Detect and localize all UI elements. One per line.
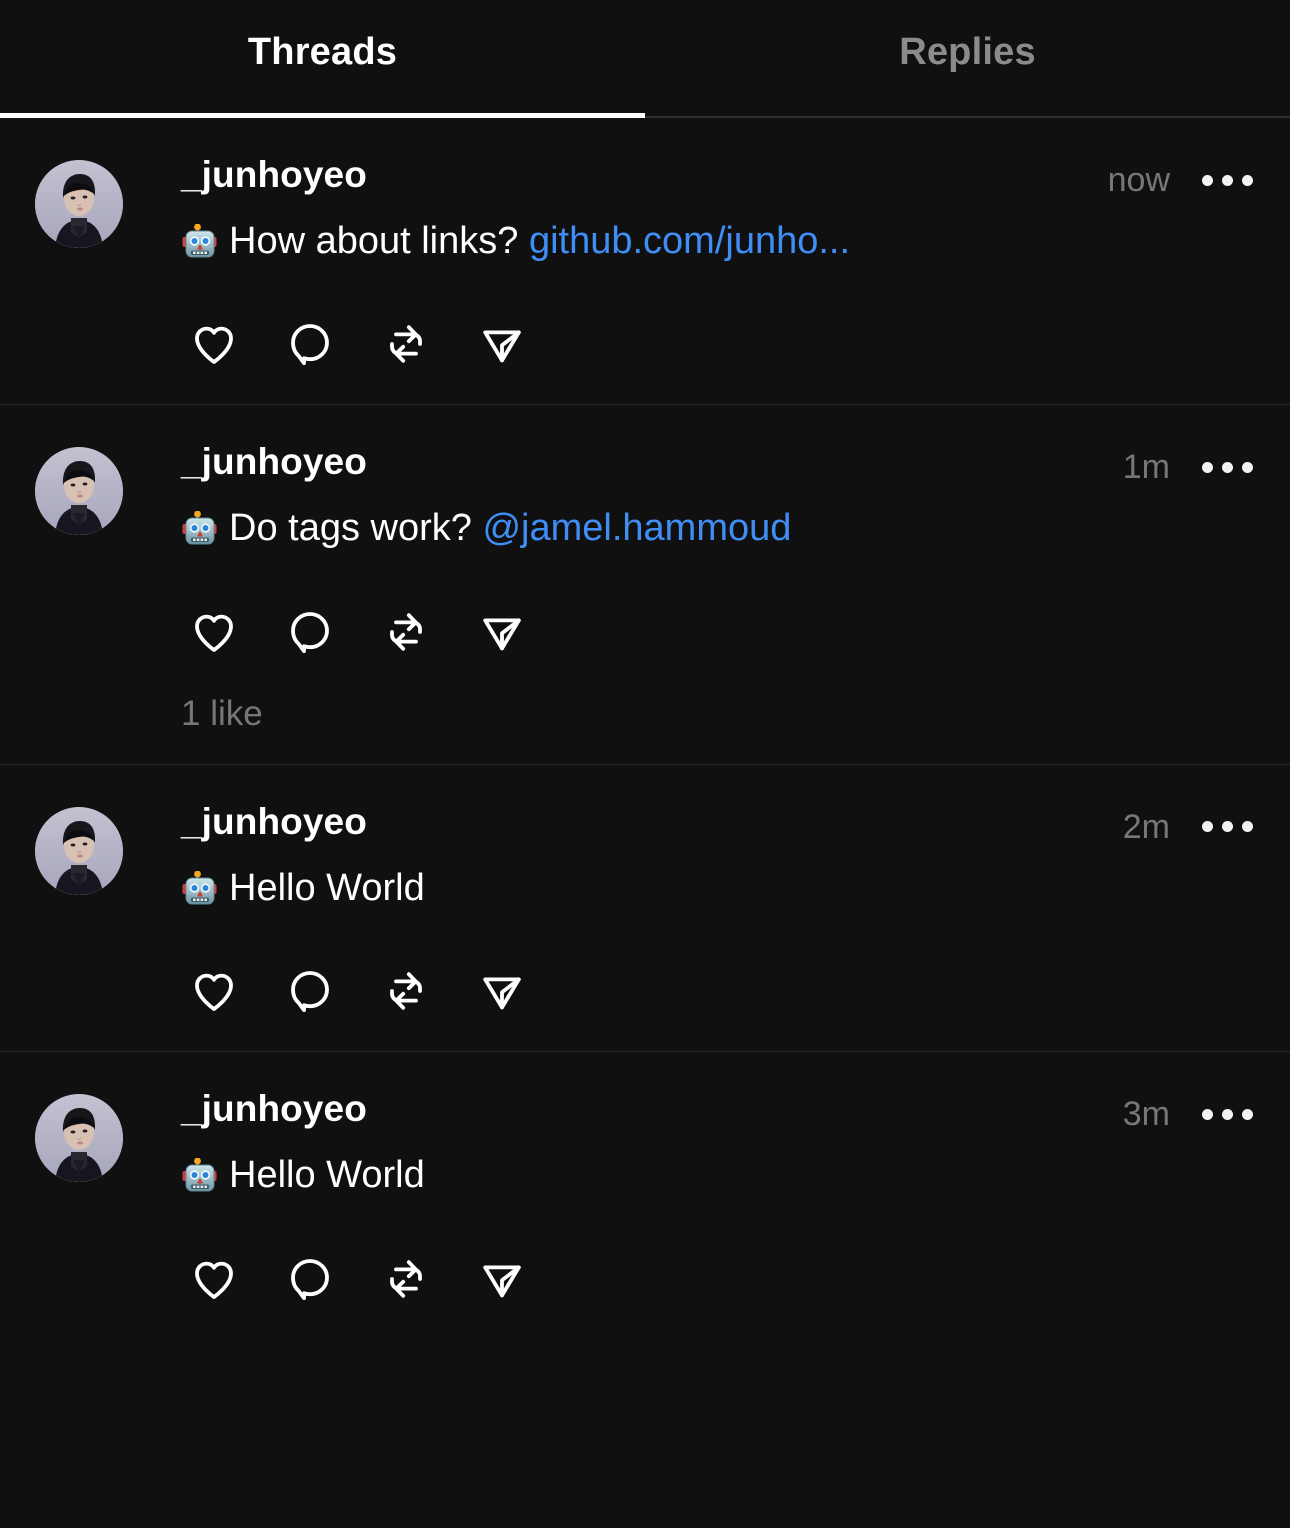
- post-content: Hello World: [181, 1151, 1262, 1209]
- avatar[interactable]: [35, 160, 123, 248]
- post-username[interactable]: _junhoyeo: [181, 802, 367, 842]
- dot: [1201, 1108, 1213, 1120]
- more-options-icon[interactable]: [1192, 156, 1262, 200]
- thread-post-0[interactable]: _junhoyeo now How about links? github.co…: [0, 118, 1290, 406]
- avatar[interactable]: [35, 1094, 123, 1183]
- post-content: How about links? github.com/junho...: [181, 217, 1262, 275]
- post-timestamp: 3m: [1122, 1095, 1170, 1134]
- share-icon[interactable]: [469, 1249, 535, 1309]
- comment-icon[interactable]: [277, 602, 343, 662]
- more-options-icon[interactable]: [1192, 803, 1262, 847]
- thread-post-1[interactable]: _junhoyeo 1m Do tags work? @jamel.hammou…: [0, 405, 1290, 765]
- post-timestamp: now: [1107, 161, 1170, 199]
- like-icon[interactable]: [181, 1249, 247, 1309]
- tab-replies[interactable]: Replies: [645, 0, 1290, 118]
- repost-icon[interactable]: [373, 961, 439, 1021]
- threads-feed: _junhoyeo now How about links? github.co…: [0, 118, 1290, 1339]
- post-header: _junhoyeo 2m: [181, 802, 1262, 848]
- avatar-photo: [35, 806, 123, 895]
- like-icon[interactable]: [181, 314, 247, 374]
- avatar-photo: [35, 447, 123, 536]
- post-actions: [181, 602, 1262, 662]
- tab-bar: Threads Replies: [0, 0, 1290, 118]
- post-username[interactable]: _junhoyeo: [181, 155, 367, 195]
- more-options-icon[interactable]: [1192, 443, 1262, 487]
- more-options-icon[interactable]: [1192, 1090, 1262, 1134]
- post-username[interactable]: _junhoyeo: [181, 1089, 367, 1129]
- post-actions: [181, 961, 1262, 1021]
- avatar-photo: [35, 160, 123, 248]
- thread-post-2[interactable]: _junhoyeo 2m Hello World: [0, 765, 1290, 1053]
- post-header: _junhoyeo 3m: [181, 1089, 1262, 1135]
- post-actions: [181, 314, 1262, 374]
- share-icon[interactable]: [469, 314, 535, 374]
- post-username[interactable]: _junhoyeo: [181, 443, 367, 482]
- like-icon[interactable]: [181, 961, 247, 1021]
- post-actions: [181, 1249, 1262, 1309]
- like-count[interactable]: 1 like: [181, 694, 1262, 734]
- robot-face-icon: [181, 1157, 219, 1209]
- share-icon[interactable]: [469, 961, 535, 1021]
- post-timestamp: 2m: [1122, 807, 1170, 846]
- robot-face-icon: [181, 870, 219, 922]
- tab-threads-label: Threads: [247, 30, 398, 73]
- post-content: Do tags work? @jamel.hammoud: [181, 504, 1262, 562]
- tab-threads[interactable]: Threads: [0, 0, 645, 118]
- comment-icon[interactable]: [277, 1249, 343, 1309]
- avatar[interactable]: [35, 447, 123, 536]
- like-icon[interactable]: [181, 602, 247, 662]
- post-body: _junhoyeo 3m Hello World: [123, 1089, 1262, 1309]
- robot-face-icon: [181, 223, 219, 275]
- dot: [1201, 821, 1213, 833]
- post-header: _junhoyeo now: [181, 155, 1262, 201]
- robot-face-icon: [181, 510, 219, 562]
- share-icon[interactable]: [469, 602, 535, 662]
- post-text: Do tags work?: [229, 507, 483, 550]
- dot: [1241, 1108, 1253, 1120]
- post-body: _junhoyeo 1m Do tags work? @jamel.hammou…: [123, 443, 1262, 733]
- post-body: _junhoyeo now How about links? github.co…: [123, 155, 1262, 374]
- dot: [1221, 821, 1233, 833]
- post-text: Hello World: [229, 1154, 425, 1197]
- dot: [1201, 174, 1213, 186]
- post-text: How about links?: [229, 219, 529, 262]
- dot: [1241, 821, 1253, 833]
- post-link[interactable]: @jamel.hammoud: [482, 507, 791, 549]
- dot: [1221, 1108, 1233, 1120]
- comment-icon[interactable]: [277, 314, 343, 374]
- dot: [1241, 174, 1253, 186]
- dot: [1201, 461, 1213, 473]
- dot: [1241, 461, 1253, 473]
- thread-post-3[interactable]: _junhoyeo 3m Hello World: [0, 1052, 1290, 1338]
- post-text: Hello World: [229, 866, 425, 909]
- dot: [1221, 461, 1233, 473]
- repost-icon[interactable]: [373, 602, 439, 662]
- post-header: _junhoyeo 1m: [181, 443, 1262, 488]
- post-timestamp: 1m: [1122, 448, 1170, 487]
- avatar-photo: [35, 1094, 123, 1183]
- repost-icon[interactable]: [373, 1249, 439, 1309]
- post-link[interactable]: github.com/junho...: [529, 220, 850, 262]
- repost-icon[interactable]: [373, 314, 439, 374]
- avatar[interactable]: [35, 806, 123, 895]
- comment-icon[interactable]: [277, 961, 343, 1021]
- post-content: Hello World: [181, 864, 1262, 922]
- tab-replies-label: Replies: [899, 30, 1036, 73]
- post-body: _junhoyeo 2m Hello World: [123, 802, 1262, 1021]
- dot: [1221, 174, 1233, 186]
